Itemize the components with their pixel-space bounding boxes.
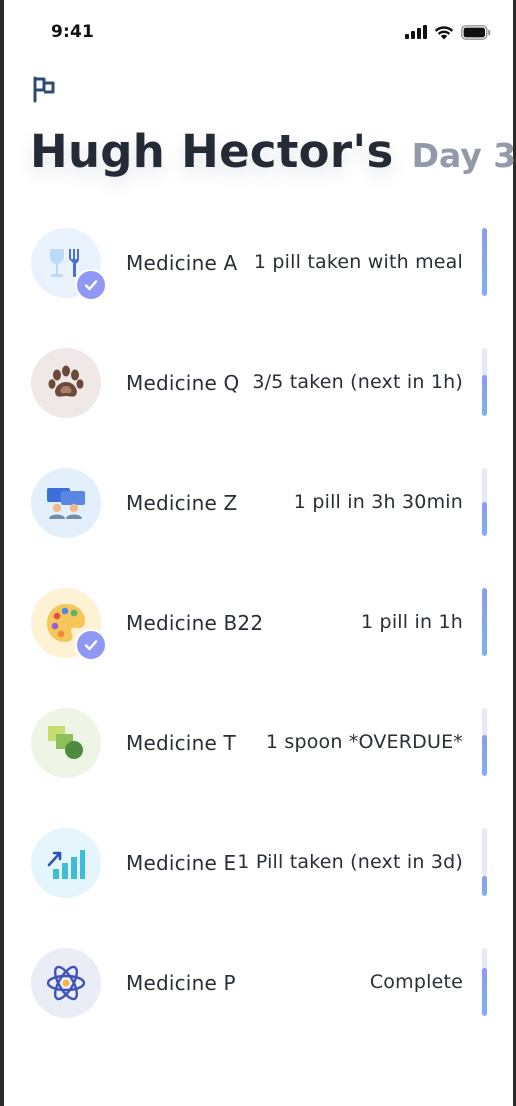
shapes-icon xyxy=(48,726,83,759)
cellular-signal-icon xyxy=(405,25,427,39)
progress-track xyxy=(482,228,487,296)
progress-track xyxy=(482,708,487,776)
medicine-status: 3/5 taken (next in 1h) xyxy=(252,371,463,393)
medicine-avatar xyxy=(31,828,101,898)
check-icon xyxy=(84,280,98,291)
progress-fill xyxy=(482,968,487,1016)
status-icons xyxy=(405,22,491,42)
medicine-name: Medicine B22 xyxy=(126,611,264,635)
medicine-row[interactable]: Medicine A 1 pill taken with meal xyxy=(0,228,516,301)
paw-icon xyxy=(48,365,84,397)
day-label: Day 3 xyxy=(411,136,516,175)
medicine-status: 1 spoon *OVERDUE* xyxy=(265,731,463,753)
wifi-icon xyxy=(434,25,454,39)
medicine-avatar xyxy=(31,708,101,778)
people-icon xyxy=(47,488,85,519)
progress-fill xyxy=(482,875,487,896)
status-time: 9:41 xyxy=(51,22,95,42)
battery-icon xyxy=(461,24,491,40)
progress-fill xyxy=(482,502,487,536)
device-frame-left xyxy=(0,0,4,1106)
progress-fill xyxy=(482,228,487,296)
medicine-name: Medicine Z xyxy=(126,491,238,515)
status-bar: 9:41 xyxy=(4,0,513,66)
check-badge xyxy=(75,269,107,301)
medicine-status: 1 pill in 3h 30min xyxy=(293,491,463,513)
medicine-status: 1 pill in 1h xyxy=(361,611,463,633)
page-header: Hugh Hector's Day 3 xyxy=(30,125,516,178)
check-icon xyxy=(84,640,98,651)
flag-icon[interactable] xyxy=(30,75,56,103)
progress-fill xyxy=(482,735,487,776)
medicine-avatar xyxy=(31,948,101,1018)
medicine-name: Medicine T xyxy=(126,731,236,755)
medicine-row[interactable]: Medicine T 1 spoon *OVERDUE* xyxy=(0,708,516,778)
medicine-avatar xyxy=(31,468,101,538)
medicine-row[interactable]: Medicine E 1 Pill taken (next in 3d) xyxy=(0,828,516,898)
medicine-status: 1 pill taken with meal xyxy=(253,251,463,273)
bar-chart-icon xyxy=(47,850,85,879)
check-badge xyxy=(75,629,107,661)
page-title: Hugh Hector's xyxy=(30,125,394,178)
medicine-avatar xyxy=(31,348,101,418)
medicine-row[interactable]: Medicine P Complete xyxy=(0,948,516,1018)
medicine-status: 1 Pill taken (next in 3d) xyxy=(237,851,463,873)
progress-track xyxy=(482,468,487,536)
medicine-row[interactable]: Medicine Z 1 pill in 3h 30min xyxy=(0,468,516,538)
medicine-name: Medicine P xyxy=(126,971,236,995)
atom-icon xyxy=(46,965,86,1001)
medicine-name: Medicine E xyxy=(126,851,237,875)
medicine-name: Medicine A xyxy=(126,251,238,275)
progress-track xyxy=(482,588,487,656)
medicine-name: Medicine Q xyxy=(126,371,240,395)
progress-fill xyxy=(482,588,487,656)
progress-track xyxy=(482,948,487,1016)
progress-track xyxy=(482,828,487,896)
medicine-row[interactable]: Medicine B22 1 pill in 1h xyxy=(0,588,516,661)
medicine-row[interactable]: Medicine Q 3/5 taken (next in 1h) xyxy=(0,348,516,418)
progress-track xyxy=(482,348,487,416)
medicine-status: Complete xyxy=(369,971,463,993)
progress-fill xyxy=(482,375,487,416)
